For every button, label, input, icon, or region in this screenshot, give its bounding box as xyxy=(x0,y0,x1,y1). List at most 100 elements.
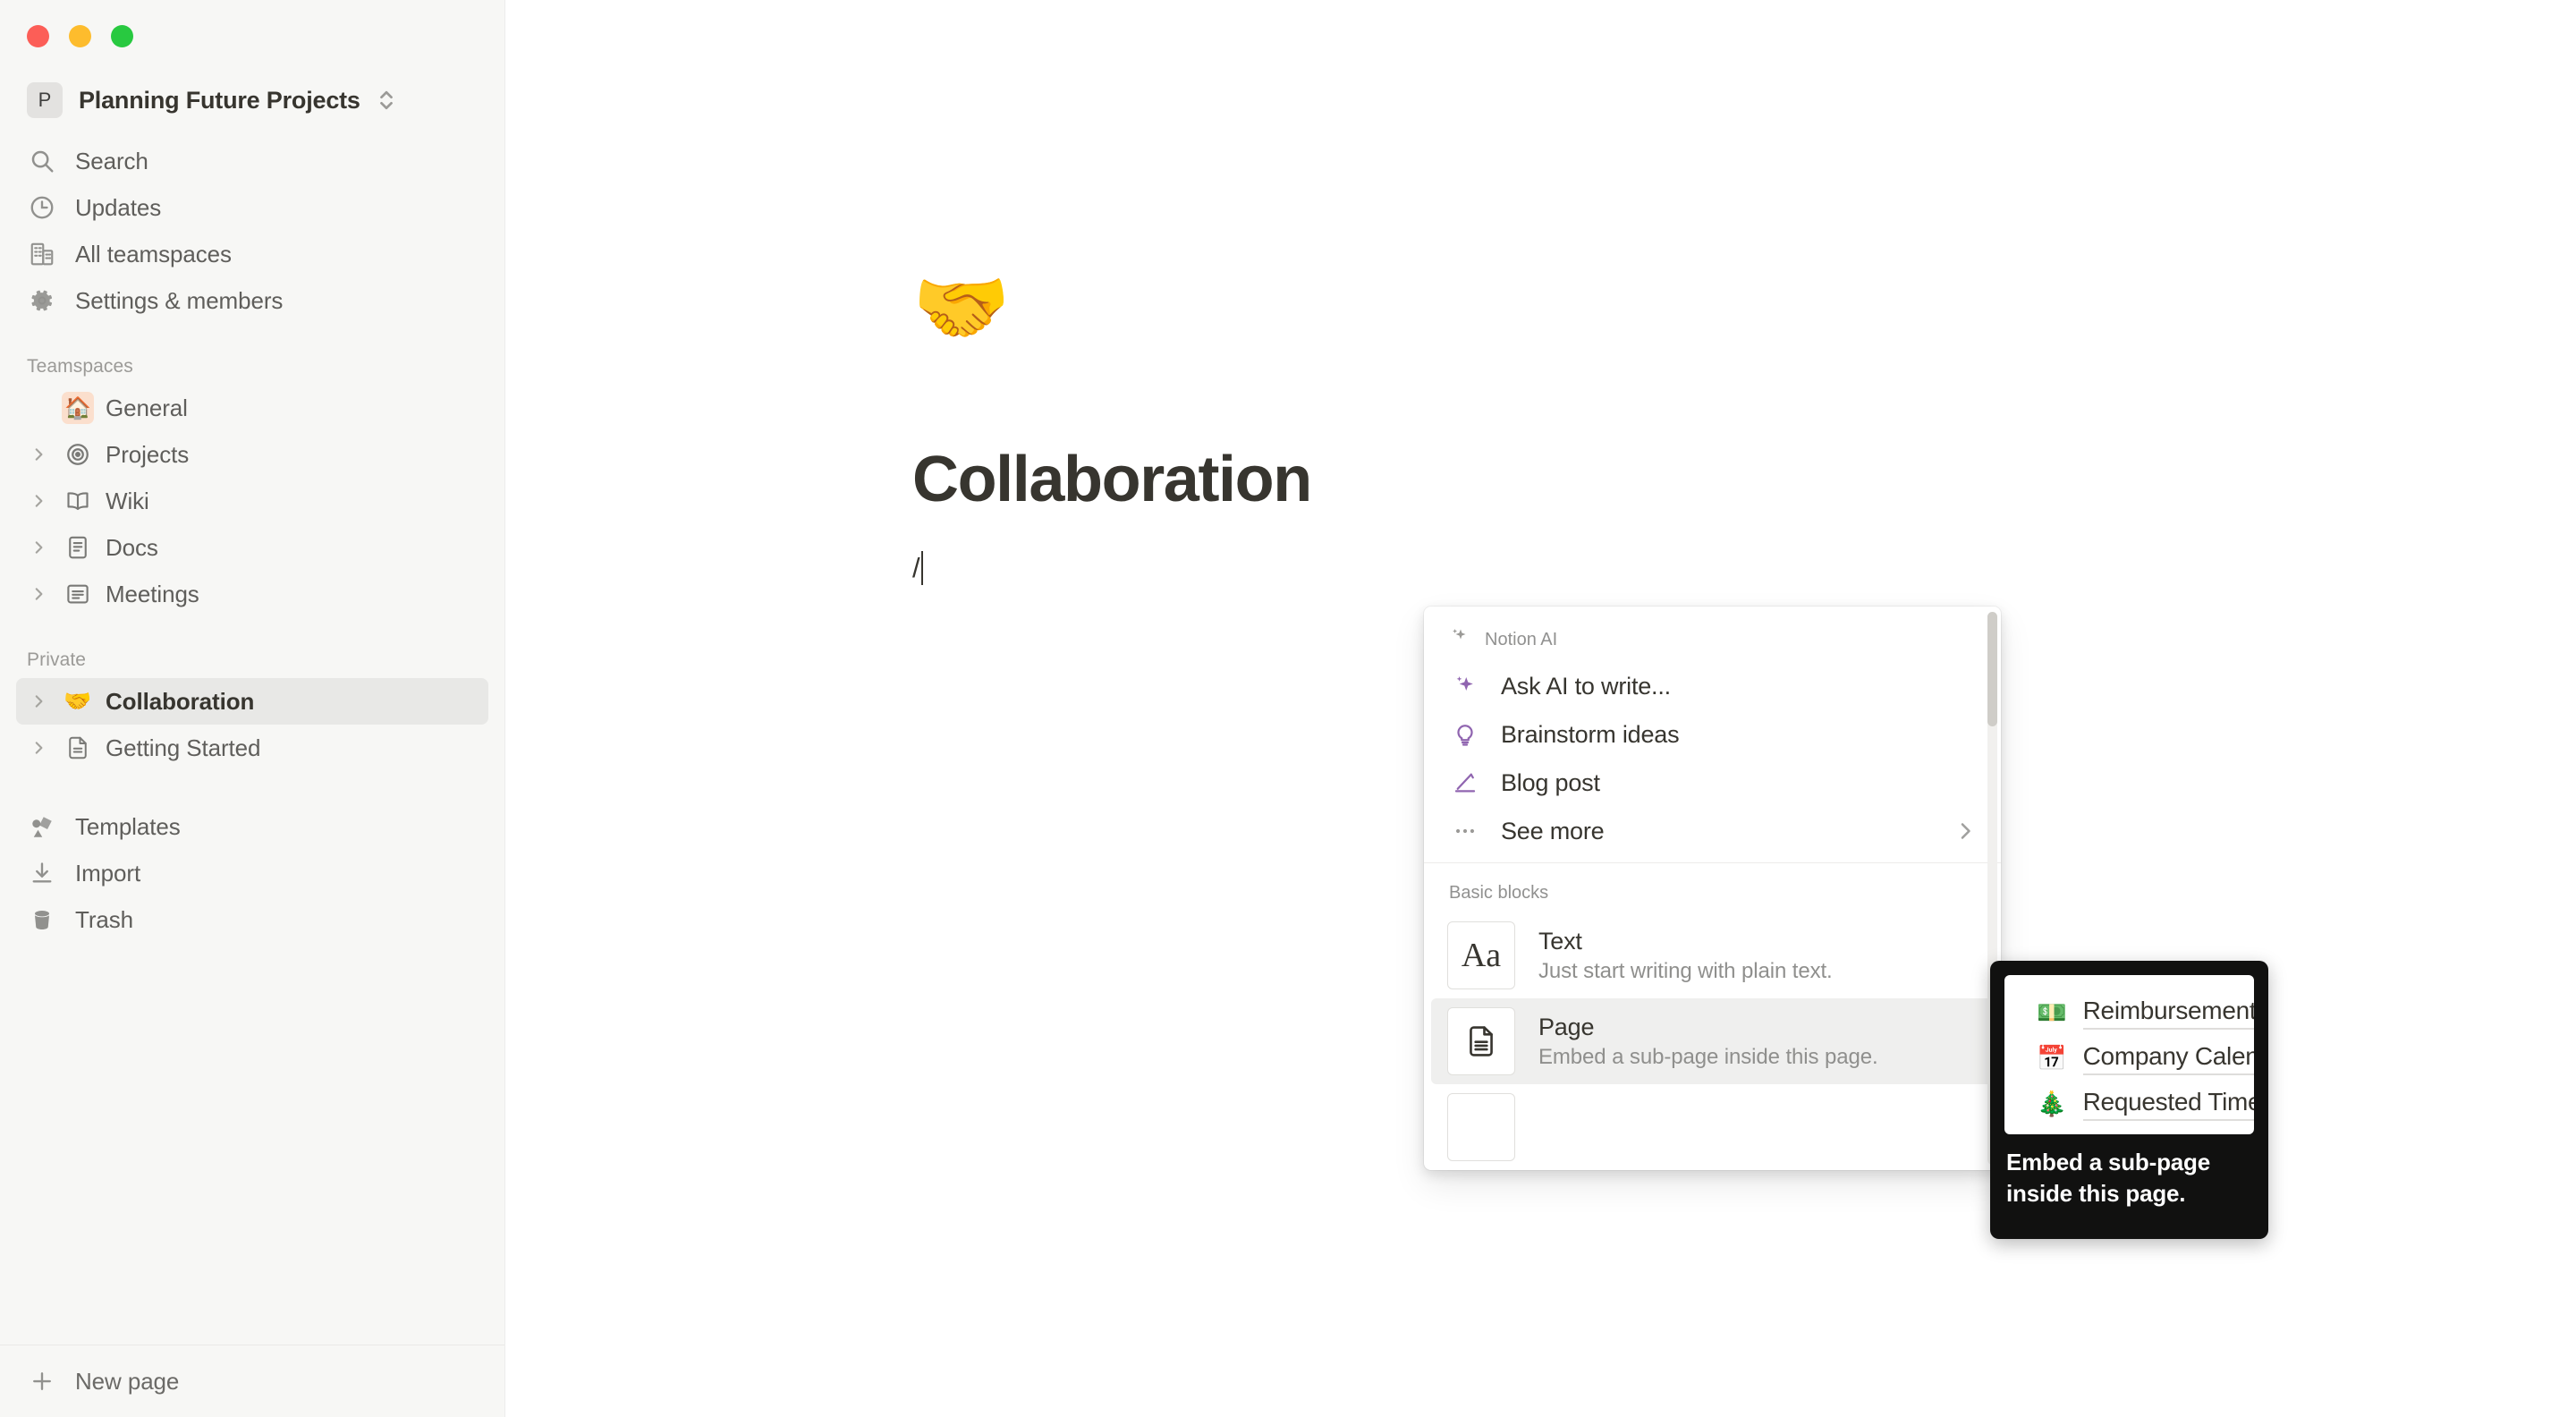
sidebar-item-general[interactable]: 🏠 General xyxy=(16,385,488,431)
page-block-icon xyxy=(1447,1007,1515,1075)
slash-menu-item-label: Ask AI to write... xyxy=(1501,672,1671,700)
sidebar-item-getting-started[interactable]: Getting Started xyxy=(16,725,488,771)
sidebar-item-trash[interactable]: Trash xyxy=(16,896,488,943)
page-content: 🤝 Collaboration / Notion AI Ask AI to wr… xyxy=(505,0,2576,1417)
text-caret xyxy=(920,551,923,585)
christmas-tree-emoji-icon: 🎄 xyxy=(2037,1090,2067,1117)
sidebar-item-updates[interactable]: Updates xyxy=(16,184,488,231)
sidebar-item-docs[interactable]: Docs xyxy=(16,524,488,571)
new-page-button[interactable]: New page xyxy=(16,1358,488,1404)
chevron-right-icon[interactable] xyxy=(27,536,50,559)
sidebar-item-all-teamspaces[interactable]: All teamspaces xyxy=(16,231,488,277)
sidebar-item-search[interactable]: Search xyxy=(16,138,488,184)
target-icon xyxy=(62,438,94,471)
search-icon xyxy=(27,146,57,176)
slash-menu-item-brainstorm-ideas[interactable]: Brainstorm ideas xyxy=(1431,710,1994,759)
sidebar-item-label: Import xyxy=(75,859,141,887)
window-traffic-lights xyxy=(0,0,504,57)
building-icon xyxy=(27,239,57,269)
sidebar-item-collaboration[interactable]: 🤝 Collaboration xyxy=(16,678,488,725)
sidebar-item-meetings[interactable]: Meetings xyxy=(16,571,488,617)
trash-icon xyxy=(27,904,57,935)
chevron-right-icon[interactable] xyxy=(27,736,50,759)
slash-menu-category-notion-ai: Notion AI xyxy=(1424,619,2001,662)
sidebar-item-label: Templates xyxy=(75,812,181,840)
slash-menu-category-basic-blocks: Basic blocks xyxy=(1424,876,2001,912)
chevron-right-icon[interactable] xyxy=(27,582,50,606)
calendar-emoji-icon: 📅 xyxy=(2037,1045,2067,1072)
primary-nav: Search Updates All teamspaces Settings &… xyxy=(0,138,504,324)
slash-menu-item-page[interactable]: Page Embed a sub-page inside this page. xyxy=(1431,998,1994,1084)
teamspaces-tree: 🏠 General Projects Wiki Docs Meetings xyxy=(0,385,504,617)
sidebar-item-label: Trash xyxy=(75,905,133,933)
sidebar-item-projects[interactable]: Projects xyxy=(16,431,488,478)
tooltip-preview-link-row[interactable]: 📅 Company Calendar xyxy=(2004,1039,2254,1079)
page-icon xyxy=(62,732,94,764)
slash-menu-item-partial[interactable] xyxy=(1431,1084,1994,1170)
tooltip-preview-link-row[interactable]: 💵 Reimbursement xyxy=(2004,993,2254,1033)
slash-menu-item-see-more[interactable]: See more xyxy=(1431,807,1994,855)
new-page-label: New page xyxy=(75,1367,180,1395)
lightbulb-icon xyxy=(1449,718,1481,751)
chevron-right-icon[interactable] xyxy=(27,443,50,466)
tooltip-preview-link-label: Requested Time Off xyxy=(2082,1088,2254,1121)
typed-slash-text: / xyxy=(912,552,920,583)
sidebar-footer: New page xyxy=(0,1345,504,1417)
slash-menu-category-label: Basic blocks xyxy=(1449,883,1549,903)
slash-menu-scrollbar-thumb[interactable] xyxy=(1987,612,1997,726)
slash-command-menu[interactable]: Notion AI Ask AI to write... Brainstorm … xyxy=(1424,607,2001,1170)
import-icon xyxy=(27,858,57,888)
slash-menu-ai-section: Notion AI Ask AI to write... Brainstorm … xyxy=(1424,607,2001,862)
slash-menu-scroll-area: Notion AI Ask AI to write... Brainstorm … xyxy=(1424,607,2001,1170)
secondary-nav: Templates Import Trash xyxy=(0,803,504,943)
sidebar: P Planning Future Projects Search Update… xyxy=(0,0,505,1417)
book-icon xyxy=(62,485,94,517)
sidebar-item-label: General xyxy=(106,394,188,421)
sidebar-item-templates[interactable]: Templates xyxy=(16,803,488,850)
sidebar-item-import[interactable]: Import xyxy=(16,850,488,896)
doc-icon xyxy=(62,531,94,564)
sidebar-item-label: Getting Started xyxy=(106,734,261,761)
tooltip-preview-link-row[interactable]: 🎄 Requested Time Off xyxy=(2004,1084,2254,1124)
tooltip-preview-link-label: Reimbursement xyxy=(2082,997,2254,1030)
slash-menu-category-label: Notion AI xyxy=(1485,629,1558,649)
sidebar-item-label: Meetings xyxy=(106,580,199,607)
house-emoji-icon: 🏠 xyxy=(62,392,94,424)
workspace-switcher[interactable]: P Planning Future Projects xyxy=(16,75,488,125)
sidebar-item-label: Settings & members xyxy=(75,286,284,314)
slash-menu-item-label: Text xyxy=(1538,927,1582,955)
page-emoji-icon[interactable]: 🤝 xyxy=(912,268,1011,347)
clock-icon xyxy=(27,192,57,223)
private-section-header: Private xyxy=(27,649,87,670)
minimize-window-button[interactable] xyxy=(69,25,91,47)
text-block-thumb-label: Aa xyxy=(1461,937,1502,974)
editor-block[interactable]: / xyxy=(912,547,923,589)
page-preview-tooltip: 💵 Reimbursement 📅 Company Calendar 🎄 Req… xyxy=(1990,961,2268,1239)
sidebar-item-label: All teamspaces xyxy=(75,240,232,267)
slash-menu-item-label: Blog post xyxy=(1501,768,1600,796)
slash-menu-item-text-content: Text Just start writing with plain text. xyxy=(1538,928,1833,984)
slash-menu-item-text[interactable]: Aa Text Just start writing with plain te… xyxy=(1431,912,1994,998)
sidebar-item-settings-members[interactable]: Settings & members xyxy=(16,277,488,324)
sidebar-item-wiki[interactable]: Wiki xyxy=(16,478,488,524)
slash-menu-item-blog-post[interactable]: Blog post xyxy=(1431,759,1994,807)
text-block-icon: Aa xyxy=(1447,921,1515,989)
tooltip-preview-link-label: Company Calendar xyxy=(2082,1042,2254,1075)
gear-icon xyxy=(27,285,57,316)
chevron-right-icon[interactable] xyxy=(27,489,50,513)
block-thumb-partial-icon xyxy=(1447,1093,1515,1161)
page-title[interactable]: Collaboration xyxy=(912,443,1312,516)
slash-menu-item-ask-ai-to-write[interactable]: Ask AI to write... xyxy=(1431,662,1994,710)
slash-menu-item-label: Brainstorm ideas xyxy=(1501,720,1680,748)
sidebar-item-label: Updates xyxy=(75,193,162,221)
handshake-emoji-icon: 🤝 xyxy=(64,688,92,714)
zoom-window-button[interactable] xyxy=(111,25,133,47)
chevron-right-icon[interactable] xyxy=(27,690,50,713)
sidebar-item-label: Collaboration xyxy=(106,687,255,715)
notion-window: P Planning Future Projects Search Update… xyxy=(0,0,2576,1417)
sparkle-icon xyxy=(1449,626,1470,653)
workspace-badge: P xyxy=(27,82,63,118)
sidebar-item-label: Docs xyxy=(106,533,158,561)
slash-menu-item-label: See more xyxy=(1501,817,1605,844)
close-window-button[interactable] xyxy=(27,25,49,47)
